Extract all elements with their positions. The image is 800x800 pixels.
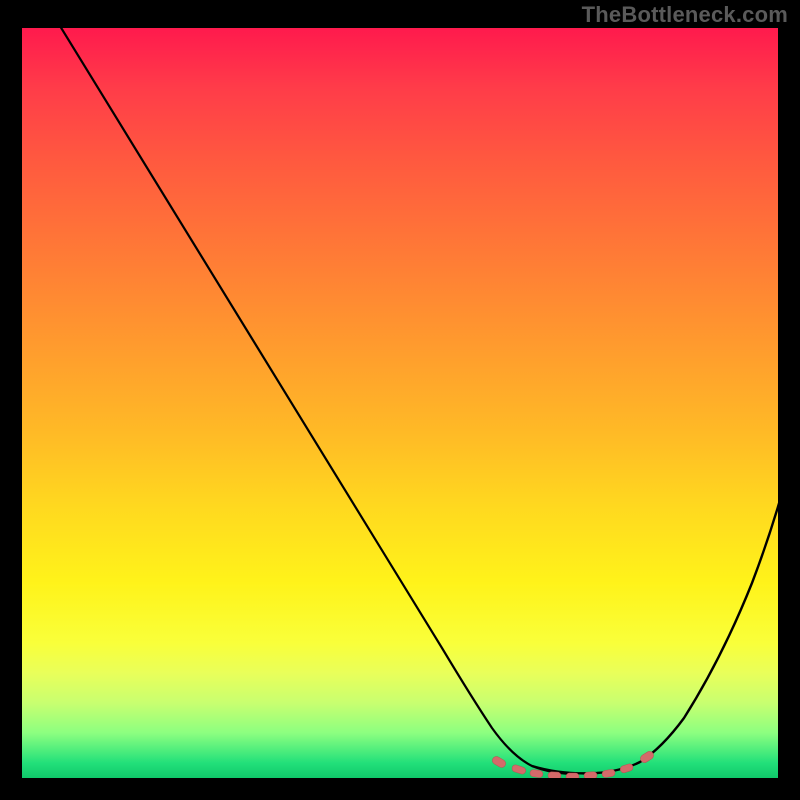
plot-area [22,28,778,778]
watermark-text: TheBottleneck.com [582,2,788,28]
bottleneck-curve-left [60,28,577,774]
curve-svg [22,28,778,778]
chart-frame: TheBottleneck.com [0,0,800,800]
bottleneck-curve-right [532,500,778,773]
